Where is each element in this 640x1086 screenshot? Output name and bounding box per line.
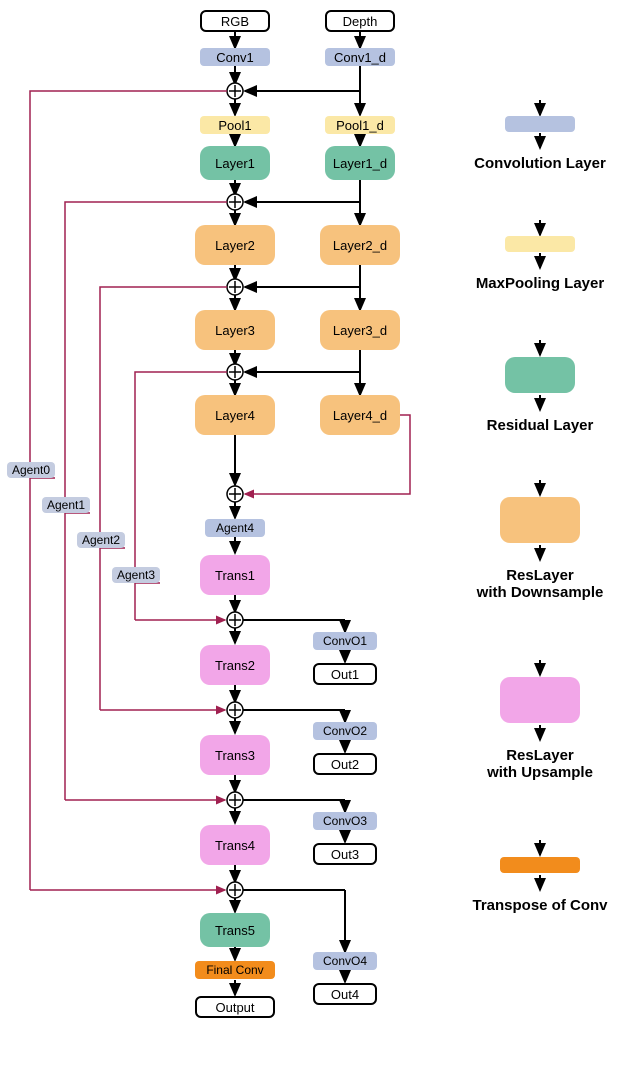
layer4: Layer4	[195, 395, 275, 435]
trans2: Trans2	[200, 645, 270, 685]
agent0: Agent0	[7, 462, 55, 478]
legend-transconv-icon	[500, 857, 580, 873]
layer2-d: Layer2_d	[320, 225, 400, 265]
convo1: ConvO1	[313, 632, 377, 650]
convo3: ConvO3	[313, 812, 377, 830]
layer4-d: Layer4_d	[320, 395, 400, 435]
convo4: ConvO4	[313, 952, 377, 970]
legend-resdown: ResLayer with Downsample	[450, 567, 630, 601]
depth-input: Depth	[325, 10, 395, 32]
final-conv: Final Conv	[195, 961, 275, 979]
layer3: Layer3	[195, 310, 275, 350]
legend-residual: Residual Layer	[450, 417, 630, 434]
legend-resup-icon	[500, 677, 580, 723]
agent4: Agent4	[205, 519, 265, 537]
out2: Out2	[313, 753, 377, 775]
conv1: Conv1	[200, 48, 270, 66]
pool1: Pool1	[200, 116, 270, 134]
output: Output	[195, 996, 275, 1018]
pool1-d: Pool1_d	[325, 116, 395, 134]
legend-maxpool: MaxPooling Layer	[450, 275, 630, 292]
legend-resdown-icon	[500, 497, 580, 543]
agent2: Agent2	[77, 532, 125, 548]
trans5: Trans5	[200, 913, 270, 947]
out4: Out4	[313, 983, 377, 1005]
layer2: Layer2	[195, 225, 275, 265]
agent1: Agent1	[42, 497, 90, 513]
trans3: Trans3	[200, 735, 270, 775]
conv1-d: Conv1_d	[325, 48, 395, 66]
layer3-d: Layer3_d	[320, 310, 400, 350]
legend-conv-icon	[505, 116, 575, 132]
agent3: Agent3	[112, 567, 160, 583]
out3: Out3	[313, 843, 377, 865]
legend-residual-icon	[505, 357, 575, 393]
layer1: Layer1	[200, 146, 270, 180]
layer1-d: Layer1_d	[325, 146, 395, 180]
out1: Out1	[313, 663, 377, 685]
rgb-input: RGB	[200, 10, 270, 32]
trans1: Trans1	[200, 555, 270, 595]
convo2: ConvO2	[313, 722, 377, 740]
legend-pool-icon	[505, 236, 575, 252]
legend-conv: Convolution Layer	[450, 155, 630, 172]
trans4: Trans4	[200, 825, 270, 865]
legend-resup: ResLayer with Upsample	[450, 747, 630, 781]
legend-transconv: Transpose of Conv	[450, 897, 630, 914]
